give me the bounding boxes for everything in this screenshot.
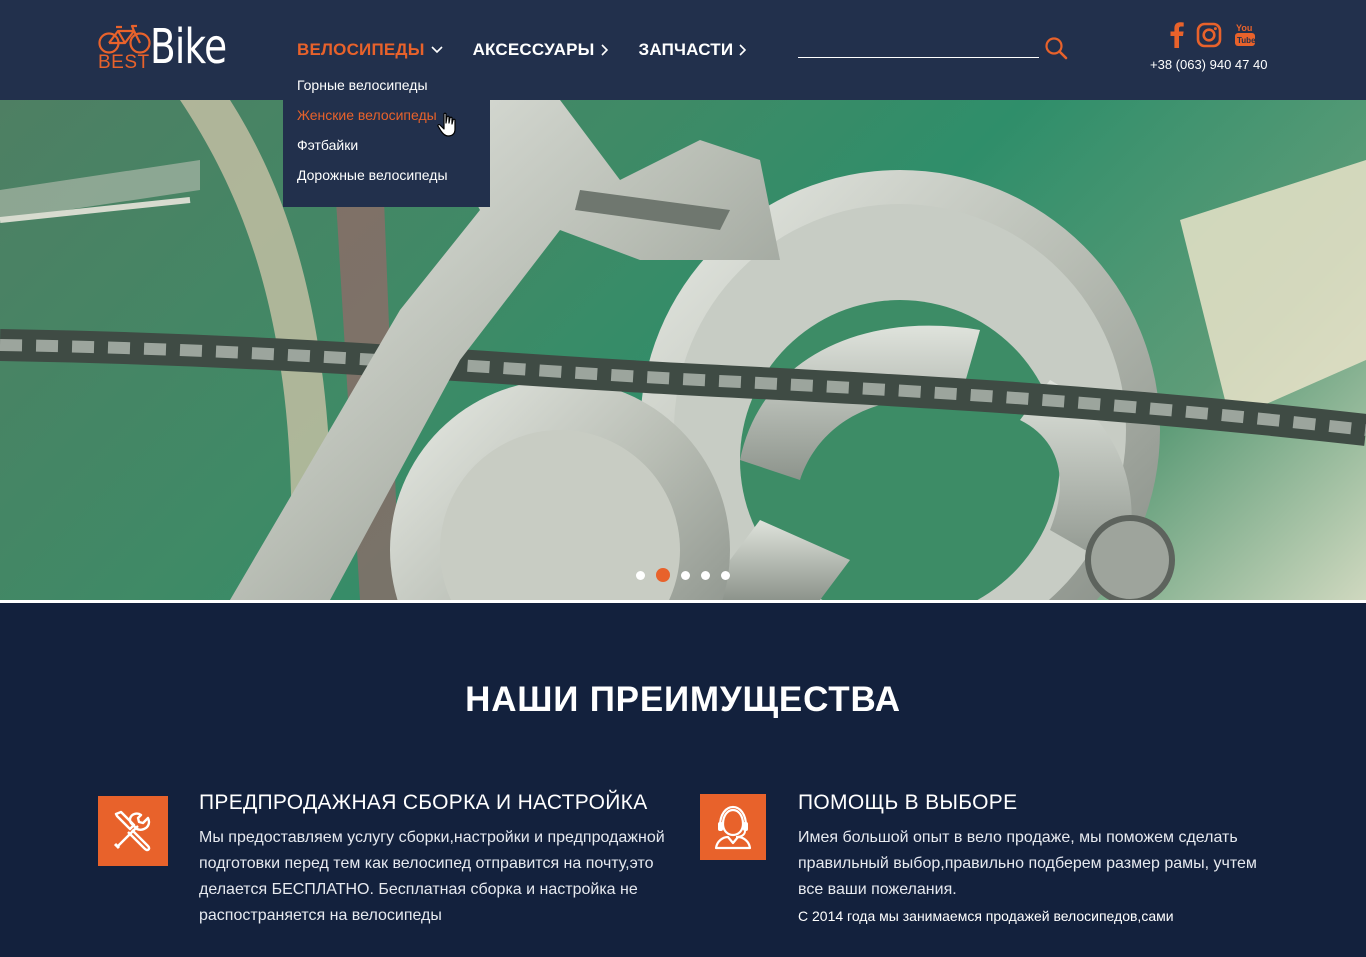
youtube-icon[interactable]: You Tube (1234, 22, 1256, 53)
slider-pagination (636, 568, 730, 582)
nav-item-label: АКСЕССУАРЫ (472, 40, 595, 59)
feature-title: ПОМОЩЬ В ВЫБОРЕ (798, 791, 1018, 814)
instagram-icon[interactable] (1196, 22, 1222, 53)
nav-item-parts[interactable]: ЗАПЧАСТИ (639, 40, 748, 60)
menu-item-road-bikes[interactable]: Дорожные велосипеды (283, 166, 490, 196)
search-icon[interactable] (1044, 36, 1068, 60)
support-agent-icon (700, 794, 766, 860)
bicycle-icon (98, 24, 151, 54)
feature-note: С 2014 года мы занимаемся продажей велос… (798, 908, 1174, 924)
svg-text:Tube: Tube (1237, 36, 1256, 45)
chevron-down-icon (431, 46, 443, 54)
social-links: You Tube (1170, 22, 1256, 53)
nav-item-label: ЗАПЧАСТИ (638, 40, 734, 59)
hero-image (0, 100, 1366, 600)
slider-dot[interactable] (681, 570, 690, 580)
chevron-right-icon (600, 44, 608, 56)
menu-item-fatbikes[interactable]: Фэтбайки (283, 136, 490, 166)
bicycles-dropdown-menu: Горные велосипеды Женские велосипеды Фэт… (283, 70, 490, 207)
main-nav: ВЕЛОСИПЕДЫ АКСЕССУАРЫ ЗАПЧАСТИ (297, 40, 777, 60)
site-header: BEST Bike ВЕЛОСИПЕДЫ АКСЕССУАРЫ ЗАПЧАСТИ (0, 0, 1366, 100)
feature-assembly: ПРЕДПРОДАЖНАЯ СБОРКА И НАСТРОЙКА Мы пред… (98, 791, 678, 936)
feature-description: Мы предоставляем услугу сборки,настройки… (199, 829, 665, 924)
nav-item-accessories[interactable]: АКСЕССУАРЫ (473, 40, 609, 60)
slider-dot[interactable] (636, 570, 645, 580)
logo-bike: Bike (150, 19, 227, 75)
chevron-right-icon (739, 44, 747, 56)
hero-slider (0, 100, 1366, 600)
nav-item-label: ВЕЛОСИПЕДЫ (297, 40, 425, 59)
phone-number[interactable]: +38 (063) 940 47 40 (1150, 57, 1267, 72)
slider-dot[interactable] (721, 570, 730, 580)
menu-item-mountain-bikes[interactable]: Горные велосипеды (283, 76, 490, 106)
logo[interactable]: BEST Bike (98, 19, 228, 75)
feature-description: Имея большой опыт в вело продаже, мы пом… (798, 829, 1257, 898)
feature-help: ПОМОЩЬ В ВЫБОРЕ Имея большой опыт в вело… (700, 791, 1280, 934)
facebook-icon[interactable] (1170, 22, 1184, 53)
nav-item-bicycles[interactable]: ВЕЛОСИПЕДЫ (297, 40, 443, 60)
search-input[interactable] (798, 36, 1039, 57)
svg-text:You: You (1236, 23, 1252, 33)
search-underline (798, 57, 1039, 58)
slider-dot[interactable] (701, 570, 710, 580)
logo-best: BEST (98, 52, 150, 73)
slider-dot-active[interactable] (656, 568, 670, 582)
tools-icon (98, 796, 168, 866)
feature-title: ПРЕДПРОДАЖНАЯ СБОРКА И НАСТРОЙКА (199, 791, 648, 814)
hand-cursor-icon (437, 112, 456, 137)
divider (0, 600, 1366, 603)
section-title: НАШИ ПРЕИМУЩЕСТВА (465, 680, 901, 719)
